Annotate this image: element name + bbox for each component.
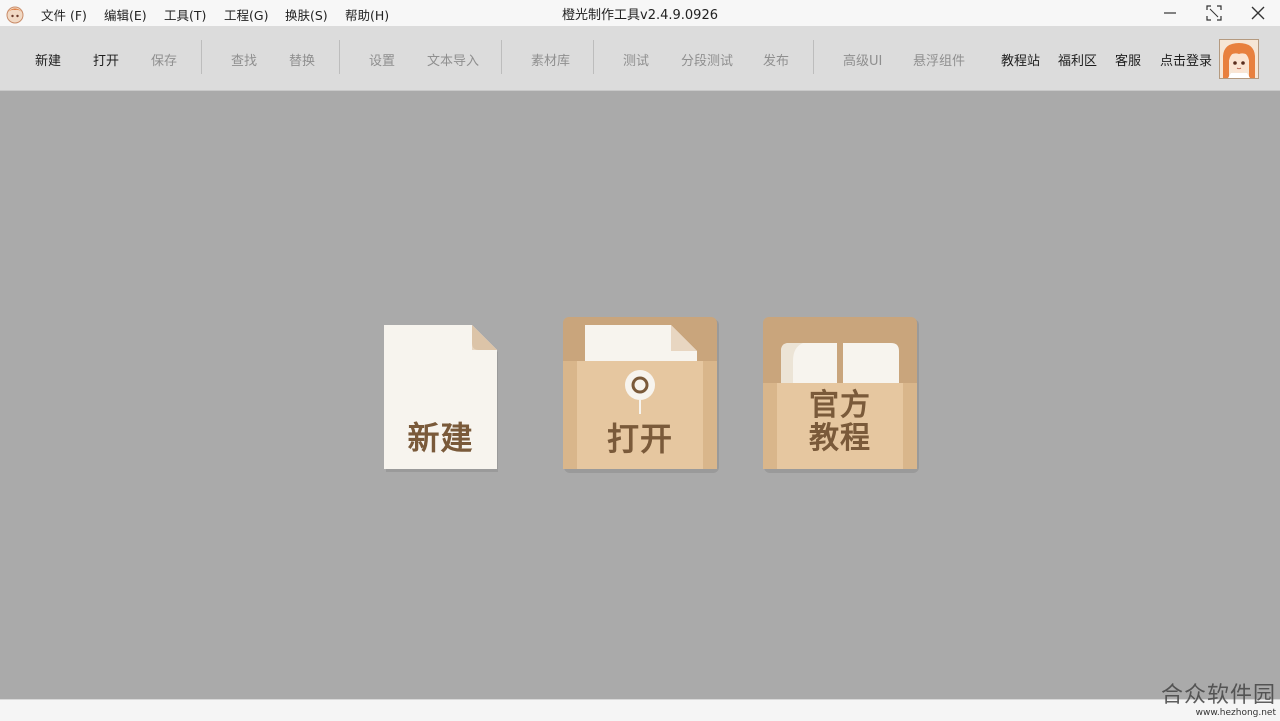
menu-help[interactable]: 帮助(H) xyxy=(345,5,389,24)
toolbar-welfare-link[interactable]: 福利区 xyxy=(1058,50,1097,69)
close-icon xyxy=(1250,5,1266,21)
maximize-button[interactable] xyxy=(1192,0,1236,26)
toolbar-new-button[interactable]: 新建 xyxy=(35,50,61,69)
toolbar-test-button[interactable]: 测试 xyxy=(623,50,649,69)
toolbar-float-widget-button[interactable]: 悬浮组件 xyxy=(913,50,965,69)
title-bar: 文件 (F) 编辑(E) 工具(T) 工程(G) 换肤(S) 帮助(H) 橙光制… xyxy=(0,0,1280,26)
menu-skin[interactable]: 换肤(S) xyxy=(285,5,328,24)
toolbar-find-button[interactable]: 查找 xyxy=(231,50,257,69)
minimize-icon xyxy=(1163,6,1177,20)
toolbar-settings-button[interactable]: 设置 xyxy=(369,50,395,69)
toolbar-publish-button[interactable]: 发布 xyxy=(763,50,789,69)
tutorial-card-label-line1: 官方 xyxy=(763,388,917,424)
menu-file[interactable]: 文件 (F) xyxy=(41,5,87,24)
watermark: 合众软件园 www.hezhong.net xyxy=(1161,684,1276,718)
toolbar-assets-button[interactable]: 素材库 xyxy=(531,50,570,69)
toolbar-separator xyxy=(339,40,340,74)
close-button[interactable] xyxy=(1236,0,1280,26)
status-bar xyxy=(0,699,1280,721)
toolbar-support-link[interactable]: 客服 xyxy=(1115,50,1141,69)
avatar[interactable] xyxy=(1219,39,1259,79)
toolbar-save-button[interactable]: 保存 xyxy=(151,50,177,69)
toolbar-separator xyxy=(501,40,502,74)
menu-project[interactable]: 工程(G) xyxy=(224,5,268,24)
toolbar-separator xyxy=(593,40,594,74)
toolbar-separator xyxy=(813,40,814,74)
toolbar-advanced-ui-button[interactable]: 高级UI xyxy=(843,50,882,69)
menu-tools[interactable]: 工具(T) xyxy=(164,5,206,24)
official-tutorial-card[interactable]: 官方 教程 xyxy=(763,317,919,473)
toolbar-open-button[interactable]: 打开 xyxy=(93,50,119,69)
app-logo-icon xyxy=(5,4,25,24)
toolbar-tutorial-site-link[interactable]: 教程站 xyxy=(1001,50,1040,69)
toolbar-separator xyxy=(201,40,202,74)
toolbar-login-link[interactable]: 点击登录 xyxy=(1160,50,1212,69)
open-card-label: 打开 xyxy=(563,414,717,460)
new-card-label: 新建 xyxy=(384,413,497,459)
toolbar: 新建 打开 保存 查找 替换 设置 文本导入 素材库 测试 分段测试 发布 高级… xyxy=(0,26,1280,91)
toolbar-segment-test-button[interactable]: 分段测试 xyxy=(681,50,733,69)
minimize-button[interactable] xyxy=(1148,0,1192,26)
tutorial-card-label-line2: 教程 xyxy=(763,421,917,457)
watermark-url: www.hezhong.net xyxy=(1161,708,1276,718)
watermark-text: 合众软件园 xyxy=(1161,684,1276,708)
main-area: 新建 打开 官方 教程 xyxy=(0,91,1280,699)
open-project-card[interactable]: 打开 xyxy=(563,317,719,473)
avatar-image xyxy=(1220,40,1258,78)
toolbar-text-import-button[interactable]: 文本导入 xyxy=(427,50,479,69)
maximize-icon xyxy=(1206,5,1222,21)
toolbar-replace-button[interactable]: 替换 xyxy=(289,50,315,69)
new-project-card[interactable]: 新建 xyxy=(384,325,500,473)
menu-edit[interactable]: 编辑(E) xyxy=(104,5,147,24)
